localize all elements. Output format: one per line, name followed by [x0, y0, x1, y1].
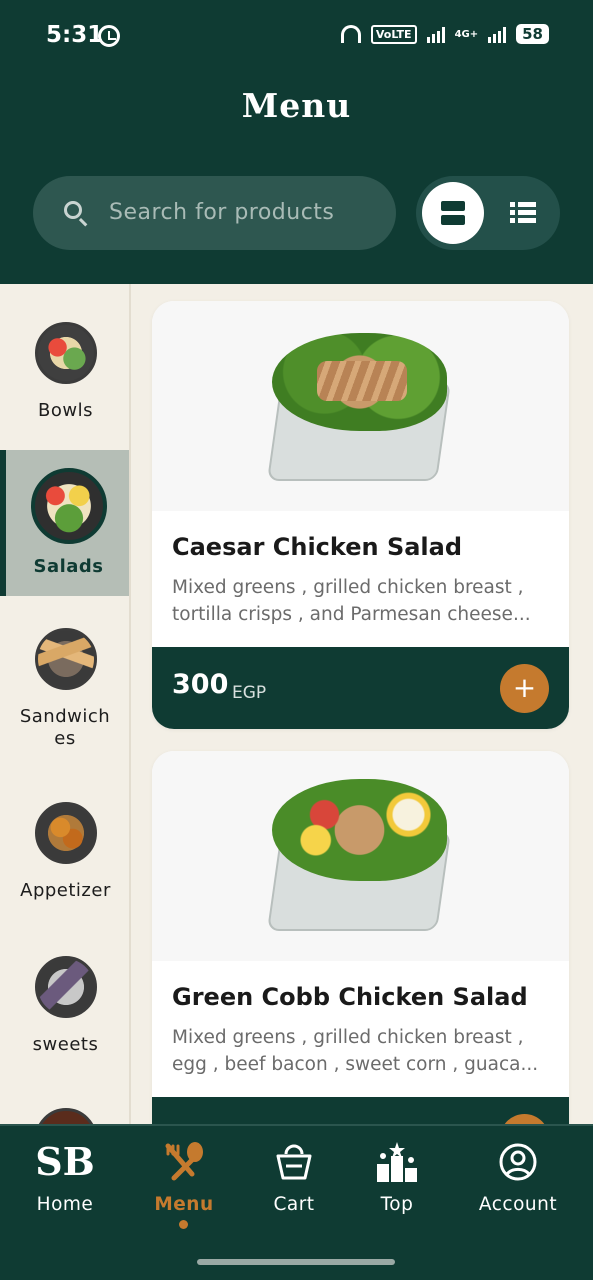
product-card[interactable]: Green Cobb Chicken Salad Mixed greens , …	[152, 751, 569, 1124]
active-tab-indicator	[179, 1220, 188, 1229]
product-description-line1: Mixed greens , grilled chicken breast ,	[172, 577, 524, 598]
sandwich-thumbnail	[34, 628, 97, 690]
category-label: sweets	[32, 1034, 99, 1055]
product-image	[152, 301, 569, 511]
add-to-cart-button[interactable]	[500, 1114, 549, 1124]
home-indicator[interactable]	[197, 1259, 395, 1265]
tab-label: Cart	[273, 1194, 315, 1215]
list-view-button[interactable]	[510, 202, 536, 224]
product-name: Green Cobb Chicken Salad	[172, 983, 528, 1011]
podium-stars-icon	[375, 1140, 419, 1184]
tab-label: Account	[478, 1194, 558, 1215]
product-footer	[152, 1097, 569, 1124]
product-card[interactable]: Caesar Chicken Salad Mixed greens , gril…	[152, 301, 569, 729]
add-to-cart-button[interactable]: +	[500, 664, 549, 713]
card-view-button[interactable]	[422, 182, 484, 244]
category-label: Salads	[33, 556, 104, 577]
product-description-line2: egg , beef bacon , sweet corn , guaca...	[172, 1054, 539, 1075]
status-bar: 5:31 VoLTE 4G+ 58	[0, 0, 593, 76]
product-description-line2: tortilla crisps , and Parmesan cheese...	[172, 604, 531, 625]
product-price: 300	[172, 669, 229, 700]
tab-top[interactable]: Top	[342, 1140, 452, 1215]
category-label: Appetizer	[20, 880, 111, 901]
sweets-thumbnail	[34, 956, 97, 1018]
salad-thumbnail	[30, 468, 107, 544]
battery-indicator: 58	[516, 24, 549, 44]
user-circle-icon	[498, 1140, 538, 1184]
appetizer-thumbnail	[34, 802, 97, 864]
tab-label: Home	[36, 1194, 94, 1215]
product-image	[152, 751, 569, 961]
signal-icon-2	[488, 25, 507, 43]
volte-badge: VoLTE	[370, 24, 417, 44]
category-label: Bowls	[38, 400, 93, 421]
category-sidebar: Bowls Salads Sandwiches Appetizer sweets	[0, 284, 131, 1124]
product-name: Caesar Chicken Salad	[172, 533, 463, 561]
category-bowls[interactable]: Bowls	[0, 322, 129, 452]
signal-icon	[426, 25, 445, 43]
tab-menu[interactable]: Menu	[129, 1140, 239, 1215]
category-label: Sandwiches	[19, 706, 111, 749]
bottom-tab-bar: SB Home Menu Cart Top Account	[0, 1124, 593, 1280]
category-sandwiches[interactable]: Sandwiches	[0, 628, 129, 768]
header: 5:31 VoLTE 4G+ 58 Menu Search for produc…	[0, 0, 593, 284]
page-title: Menu	[241, 86, 352, 125]
tab-home[interactable]: SB Home	[10, 1139, 120, 1216]
bowl-thumbnail	[34, 322, 97, 384]
headphones-icon	[340, 25, 361, 43]
basket-icon	[274, 1140, 314, 1184]
search-icon	[64, 201, 82, 219]
search-input[interactable]: Search for products	[109, 200, 334, 225]
sb-logo-icon: SB	[35, 1139, 95, 1184]
fork-spoon-icon	[162, 1140, 206, 1184]
tab-label: Top	[380, 1194, 414, 1215]
status-icons: VoLTE 4G+ 58	[340, 24, 549, 44]
category-drinks[interactable]	[0, 1108, 129, 1124]
tab-label: Menu	[154, 1194, 214, 1215]
category-sweets[interactable]: sweets	[0, 956, 129, 1086]
product-footer: 300 EGP +	[152, 647, 569, 729]
category-salads[interactable]: Salads	[0, 450, 129, 596]
tab-cart[interactable]: Cart	[239, 1140, 349, 1215]
product-description-line1: Mixed greens , grilled chicken breast ,	[172, 1027, 524, 1048]
search-bar[interactable]: Search for products	[33, 176, 396, 250]
tab-account[interactable]: Account	[463, 1140, 573, 1215]
category-appetizer[interactable]: Appetizer	[0, 802, 129, 932]
product-currency: EGP	[232, 683, 267, 703]
drinks-thumbnail	[34, 1108, 97, 1124]
view-toggle	[416, 176, 560, 250]
network-type: 4G+	[454, 28, 479, 40]
status-time: 5:31	[46, 22, 104, 48]
alarm-icon	[98, 25, 120, 47]
